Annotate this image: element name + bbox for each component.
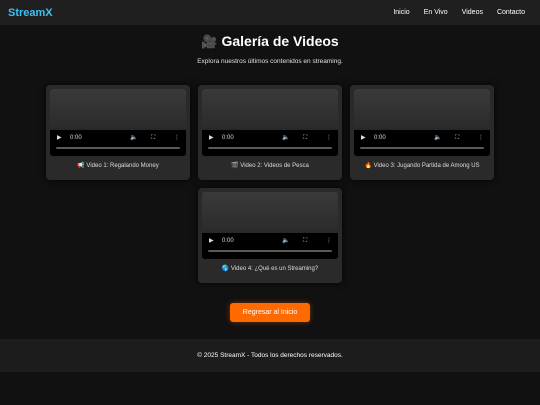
video-player-4[interactable]: ▶ 0:00 🔈 ⛶ ⋮ <box>202 192 338 259</box>
video-card-1: ▶ 0:00 🔈 ⛶ ⋮ 📢 Video 1: Regalando Money <box>46 85 190 180</box>
fullscreen-icon[interactable]: ⛶ <box>303 134 307 142</box>
camera-icon: 🎥 <box>201 34 218 49</box>
more-options-icon[interactable]: ⋮ <box>326 237 332 245</box>
navbar: StreamX Inicio En Vivo Videos Contacto <box>0 0 540 25</box>
video-card-3: ▶ 0:00 🔈 ⛶ ⋮ 🔥 Video 3: Jugando Partida … <box>350 85 494 180</box>
back-home-button[interactable]: Regresar al Inicio <box>230 303 310 322</box>
play-icon[interactable]: ▶ <box>361 134 366 142</box>
video-time: 0:00 <box>374 135 386 141</box>
play-icon[interactable]: ▶ <box>209 237 214 245</box>
fullscreen-icon[interactable]: ⛶ <box>455 134 459 142</box>
brand-logo[interactable]: StreamX <box>8 7 53 19</box>
volume-icon[interactable]: 🔈 <box>434 134 441 142</box>
video-controls: ▶ 0:00 🔈 ⛶ ⋮ <box>202 233 338 259</box>
video-controls: ▶ 0:00 🔈 ⛶ ⋮ <box>354 130 490 156</box>
volume-icon[interactable]: 🔈 <box>282 237 289 245</box>
more-options-icon[interactable]: ⋮ <box>174 134 180 142</box>
video-progress-bar[interactable] <box>360 147 484 149</box>
video-caption: 🌎 Video 4: ¿Qué es un Streaming? <box>221 266 319 272</box>
video-player-3[interactable]: ▶ 0:00 🔈 ⛶ ⋮ <box>354 89 490 156</box>
video-controls: ▶ 0:00 🔈 ⛶ ⋮ <box>50 130 186 156</box>
video-card-2: ▶ 0:00 🔈 ⛶ ⋮ 🎬 Video 2: Videos de Pesca <box>198 85 342 180</box>
video-caption: 📢 Video 1: Regalando Money <box>77 163 159 169</box>
video-player-2[interactable]: ▶ 0:00 🔈 ⛶ ⋮ <box>202 89 338 156</box>
video-time: 0:00 <box>70 135 82 141</box>
video-progress-bar[interactable] <box>208 250 332 252</box>
page-title-text: Galería de Videos <box>221 33 339 49</box>
video-progress-bar[interactable] <box>208 147 332 149</box>
video-controls: ▶ 0:00 🔈 ⛶ ⋮ <box>202 130 338 156</box>
footer-text: © 2025 StreamX - Todos los derechos rese… <box>197 352 343 359</box>
video-card-4: ▶ 0:00 🔈 ⛶ ⋮ 🌎 Video 4: ¿Qué es un Strea… <box>198 188 342 283</box>
video-time: 0:00 <box>222 238 234 244</box>
video-caption: 🎬 Video 2: Videos de Pesca <box>231 163 309 169</box>
nav-links: Inicio En Vivo Videos Contacto <box>393 9 525 16</box>
play-icon[interactable]: ▶ <box>209 134 214 142</box>
play-icon[interactable]: ▶ <box>57 134 62 142</box>
more-options-icon[interactable]: ⋮ <box>326 134 332 142</box>
nav-link-videos[interactable]: Videos <box>462 9 483 16</box>
footer: © 2025 StreamX - Todos los derechos rese… <box>0 339 540 372</box>
page-title: 🎥 Galería de Videos <box>0 33 540 50</box>
nav-link-contacto[interactable]: Contacto <box>497 9 525 16</box>
fullscreen-icon[interactable]: ⛶ <box>151 134 155 142</box>
page-subtitle: Explora nuestros últimos contenidos en s… <box>197 58 343 65</box>
video-caption: 🔥 Video 3: Jugando Partida de Among US <box>364 163 480 169</box>
volume-icon[interactable]: 🔈 <box>130 134 137 142</box>
nav-link-inicio[interactable]: Inicio <box>393 9 409 16</box>
video-time: 0:00 <box>222 135 234 141</box>
video-player-1[interactable]: ▶ 0:00 🔈 ⛶ ⋮ <box>50 89 186 156</box>
fullscreen-icon[interactable]: ⛶ <box>303 237 307 245</box>
volume-icon[interactable]: 🔈 <box>282 134 289 142</box>
video-progress-bar[interactable] <box>56 147 180 149</box>
more-options-icon[interactable]: ⋮ <box>478 134 484 142</box>
nav-link-en-vivo[interactable]: En Vivo <box>424 9 448 16</box>
